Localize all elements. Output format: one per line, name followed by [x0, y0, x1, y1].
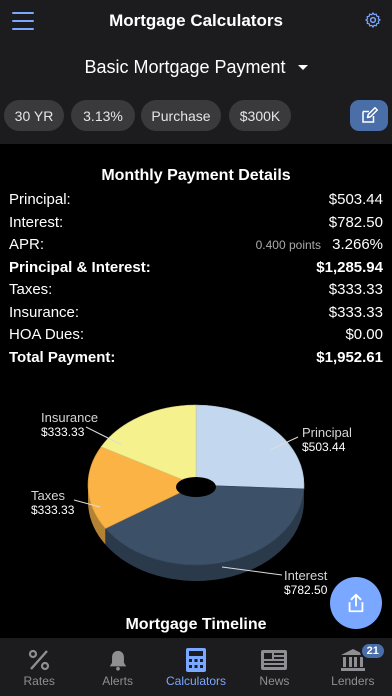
pie-label-insurance: Insurance $333.33 [41, 410, 98, 440]
pie-label-principal-value: $503.44 [302, 440, 346, 454]
insurance-value: $333.33 [328, 303, 383, 321]
pie-label-taxes-name: Taxes [31, 488, 65, 503]
pie-label-interest: Interest $782.50 [284, 568, 327, 598]
insurance-row: Insurance: $333.33 [0, 302, 392, 325]
pie-label-principal-name: Principal [302, 425, 352, 440]
calculator-selector-label: Basic Mortgage Payment [84, 56, 286, 77]
apr-value: 3.266% [332, 236, 383, 253]
share-button[interactable] [330, 577, 382, 629]
hoa-label: HOA Dues: [9, 326, 85, 343]
principal-value: $503.44 [328, 191, 383, 208]
principal-interest-value: $1,285.94 [316, 258, 383, 276]
pie-label-principal: Principal $503.44 [302, 425, 352, 455]
tab-rates[interactable]: Rates [0, 638, 78, 696]
tab-calculators[interactable]: Calculators [157, 638, 235, 696]
tab-news[interactable]: News [235, 638, 313, 696]
calculator-icon [186, 646, 207, 674]
mortgage-timeline-title: Mortgage Timeline [125, 616, 267, 633]
taxes-row: Taxes: $333.33 [0, 279, 392, 302]
lenders-badge: 21 [359, 642, 386, 660]
tab-calculators-label: Calculators [166, 674, 227, 688]
pie-label-interest-value: $782.50 [284, 583, 328, 597]
edit-icon [362, 106, 378, 123]
interest-value: $782.50 [328, 213, 383, 231]
pie-label-taxes: Taxes $333.33 [31, 488, 74, 518]
page-title: Mortgage Calculators [109, 11, 283, 30]
edit-button[interactable] [350, 100, 388, 131]
apr-label: APR: [9, 236, 45, 253]
pie-slice-principal [195, 404, 305, 490]
tab-lenders-label: Lenders [331, 674, 375, 688]
payment-details: Monthly Payment Details Principal: $503.… [0, 144, 392, 369]
tab-lenders[interactable]: Lenders 21 [314, 638, 392, 696]
newspaper-icon [261, 646, 288, 674]
principal-interest-row: Principal & Interest: $1,285.94 [0, 257, 392, 280]
hoa-row: HOA Dues: $0.00 [0, 324, 392, 347]
hamburger-menu-icon[interactable] [12, 12, 34, 30]
total-label: Total Payment: [9, 348, 116, 366]
loan-type-chip[interactable]: Purchase [141, 100, 221, 131]
tab-bar: Rates Alerts Calculators News Lenders 21 [0, 638, 392, 696]
parameter-chips: 30 YR 3.13% Purchase $300K [0, 92, 392, 144]
interest-label: Interest: [9, 213, 64, 231]
term-chip[interactable]: 30 YR [4, 100, 64, 131]
hoa-value: $0.00 [345, 326, 383, 343]
tab-alerts[interactable]: Alerts [78, 638, 156, 696]
pie-label-taxes-value: $333.33 [31, 503, 75, 517]
calculator-selector[interactable]: Basic Mortgage Payment [0, 42, 392, 92]
interest-row: Interest: $782.50 [0, 212, 392, 235]
apr-points-note: 0.400 points [255, 238, 321, 252]
gear-icon[interactable] [364, 11, 382, 29]
principal-interest-label: Principal & Interest: [9, 258, 151, 276]
total-value: $1,952.61 [316, 348, 383, 366]
share-icon [348, 593, 364, 613]
top-bar: Mortgage Calculators [0, 0, 392, 42]
principal-row: Principal: $503.44 [0, 189, 392, 212]
bell-icon [107, 646, 129, 674]
taxes-value: $333.33 [328, 281, 383, 298]
caret-down-icon [297, 64, 308, 70]
apr-row: APR: 0.400 points 3.266% [0, 234, 392, 257]
pie-label-insurance-name: Insurance [41, 410, 99, 425]
loan-amount-chip[interactable]: $300K [229, 100, 291, 131]
pie-label-interest-name: Interest [284, 568, 328, 583]
percent-icon [27, 646, 51, 674]
rate-chip[interactable]: 3.13% [71, 100, 135, 131]
insurance-label: Insurance: [9, 303, 80, 321]
payment-pie-chart: Insurance $333.33 Principal $503.44 Taxe… [0, 395, 392, 615]
tab-rates-label: Rates [23, 674, 55, 688]
pie-center-hole [176, 477, 216, 497]
details-title: Monthly Payment Details [101, 167, 291, 184]
pie-label-insurance-value: $333.33 [41, 425, 85, 439]
tab-news-label: News [259, 674, 290, 688]
tab-alerts-label: Alerts [102, 674, 133, 688]
taxes-label: Taxes: [9, 281, 53, 298]
total-row: Total Payment: $1,952.61 [0, 347, 392, 370]
principal-label: Principal: [9, 191, 71, 208]
